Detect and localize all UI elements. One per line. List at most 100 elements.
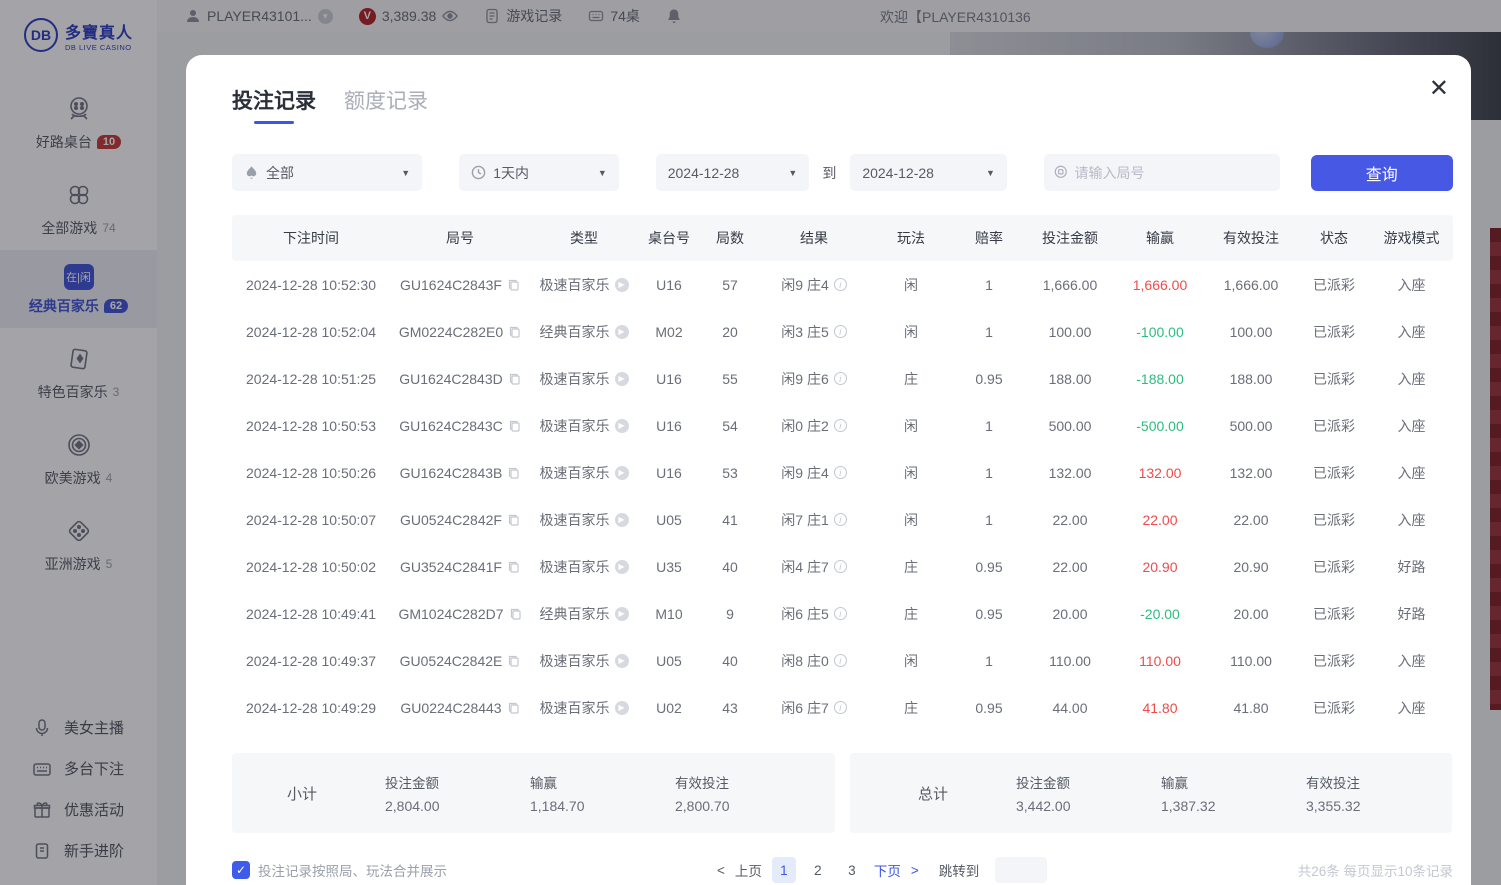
table-row: 2024-12-28 10:50:02 GU3524C2841F 极速百家乐 ▶…	[232, 543, 1453, 590]
table-row: 2024-12-28 10:50:26 GU1624C2843B 极速百家乐 ▶…	[232, 449, 1453, 496]
play-icon[interactable]: ▶	[615, 466, 629, 480]
info-icon[interactable]: i	[834, 607, 847, 620]
merge-option-label: 投注记录按照局、玩法合并展示	[258, 860, 447, 880]
table-row: 2024-12-28 10:52:04 GM0224C282E0 经典百家乐 ▶…	[232, 308, 1453, 355]
round-id-icon	[1054, 165, 1068, 180]
prev-arrow-icon[interactable]: <	[717, 863, 725, 878]
page-button[interactable]: 2	[806, 857, 830, 883]
game-type: 极速百家乐	[540, 510, 610, 530]
game-type: 极速百家乐	[540, 275, 610, 295]
play-icon[interactable]: ▶	[615, 372, 629, 386]
play-icon[interactable]: ▶	[615, 513, 629, 527]
date-to-value: 2024-12-28	[862, 165, 934, 181]
info-icon[interactable]: i	[834, 654, 847, 667]
result-value: 闲8 庄0	[781, 651, 828, 671]
play-icon[interactable]: ▶	[615, 419, 629, 433]
info-icon[interactable]: i	[834, 278, 847, 291]
bet-amount: 500.00	[1024, 418, 1116, 434]
close-icon[interactable]: ✕	[1429, 77, 1449, 101]
copy-icon[interactable]	[507, 466, 520, 479]
game-type-select[interactable]: 全部 ▼	[232, 154, 422, 191]
table-number: M02	[638, 324, 700, 340]
win-loss: 1,666.00	[1116, 277, 1204, 293]
merge-option: ✓ 投注记录按照局、玩法合并展示	[232, 860, 622, 880]
odds: 0.95	[954, 700, 1024, 716]
result-value: 闲6 庄5	[781, 604, 828, 624]
info-icon[interactable]: i	[834, 560, 847, 573]
records-count-info: 共26条 每页显示10条记录	[1298, 860, 1453, 880]
info-icon[interactable]: i	[834, 325, 847, 338]
info-icon[interactable]: i	[834, 701, 847, 714]
status-badge: 已派彩	[1298, 604, 1370, 624]
valid-bet: 188.00	[1204, 371, 1298, 387]
jump-page-input[interactable]	[995, 857, 1047, 883]
round-search-input[interactable]	[1074, 165, 1269, 181]
info-icon[interactable]: i	[834, 513, 847, 526]
game-type: 极速百家乐	[540, 463, 610, 483]
date-to-label: 到	[822, 163, 836, 183]
play-icon[interactable]: ▶	[615, 560, 629, 574]
date-from-picker[interactable]: 2024-12-28 ▼	[656, 154, 810, 191]
table-body: 2024-12-28 10:52:30 GU1624C2843F 极速百家乐 ▶…	[232, 261, 1453, 731]
date-to-picker[interactable]: 2024-12-28 ▼	[850, 154, 1007, 191]
prev-page-button[interactable]: 上页	[735, 860, 762, 880]
play-side: 庄	[868, 557, 954, 577]
bet-time: 2024-12-28 10:50:26	[232, 465, 390, 481]
caret-down-icon: ▼	[974, 168, 995, 178]
game-mode: 入座	[1370, 463, 1453, 483]
merge-checkbox[interactable]: ✓	[232, 861, 250, 879]
time-range-select[interactable]: 1天内 ▼	[459, 154, 619, 191]
spade-icon	[244, 165, 259, 180]
valid-bet: 100.00	[1204, 324, 1298, 340]
copy-icon[interactable]	[508, 325, 521, 338]
round-id: GU1624C2843F	[400, 277, 502, 293]
table-header-cell: 投注金额	[1024, 228, 1116, 248]
info-icon[interactable]: i	[834, 372, 847, 385]
play-icon[interactable]: ▶	[615, 654, 629, 668]
play-icon[interactable]: ▶	[615, 607, 629, 621]
tab-quota-records[interactable]: 额度记录	[344, 85, 428, 124]
copy-icon[interactable]	[507, 701, 520, 714]
play-side: 闲	[868, 463, 954, 483]
result-value: 闲0 庄2	[781, 416, 828, 436]
bet-amount: 110.00	[1024, 653, 1116, 669]
copy-icon[interactable]	[508, 372, 521, 385]
copy-icon[interactable]	[509, 607, 522, 620]
subtotal-valid-label: 有效投注	[675, 772, 820, 792]
table-row: 2024-12-28 10:49:37 GU0524C2842E 极速百家乐 ▶…	[232, 637, 1453, 684]
next-arrow-icon[interactable]: >	[911, 863, 919, 878]
game-mode: 入座	[1370, 698, 1453, 718]
info-icon[interactable]: i	[834, 466, 847, 479]
round-id: GU0524C2842E	[400, 653, 503, 669]
page-button[interactable]: 3	[840, 857, 864, 883]
copy-icon[interactable]	[507, 560, 520, 573]
bet-records-modal: ✕ 投注记录 额度记录 全部 ▼ 1天内 ▼ 2024-12-28 ▼ 到 20…	[186, 55, 1471, 885]
copy-icon[interactable]	[507, 654, 520, 667]
query-button[interactable]: 查询	[1311, 155, 1453, 191]
play-icon[interactable]: ▶	[615, 278, 629, 292]
tab-bet-records[interactable]: 投注记录	[232, 85, 316, 124]
game-mode: 好路	[1370, 557, 1453, 577]
odds: 1	[954, 512, 1024, 528]
copy-icon[interactable]	[508, 419, 521, 432]
page-button[interactable]: 1	[772, 857, 796, 883]
play-icon[interactable]: ▶	[615, 701, 629, 715]
copy-icon[interactable]	[507, 278, 520, 291]
next-page-button[interactable]: 下页	[874, 860, 901, 880]
round-number: 57	[700, 277, 760, 293]
info-icon[interactable]: i	[834, 419, 847, 432]
bet-amount: 22.00	[1024, 512, 1116, 528]
win-loss: 20.90	[1116, 559, 1204, 575]
summary-section: 小计 投注金额 2,804.00 输赢 1,184.70 有效投注 2,800.…	[232, 753, 1453, 833]
win-loss: -20.00	[1116, 606, 1204, 622]
table-header-cell: 下注时间	[232, 228, 390, 248]
status-badge: 已派彩	[1298, 510, 1370, 530]
jump-label: 跳转到	[939, 860, 980, 880]
copy-icon[interactable]	[507, 513, 520, 526]
play-icon[interactable]: ▶	[615, 325, 629, 339]
odds: 0.95	[954, 559, 1024, 575]
table-header-cell: 有效投注	[1204, 228, 1298, 248]
round-number: 9	[700, 606, 760, 622]
caret-down-icon: ▼	[776, 168, 797, 178]
round-number: 41	[700, 512, 760, 528]
